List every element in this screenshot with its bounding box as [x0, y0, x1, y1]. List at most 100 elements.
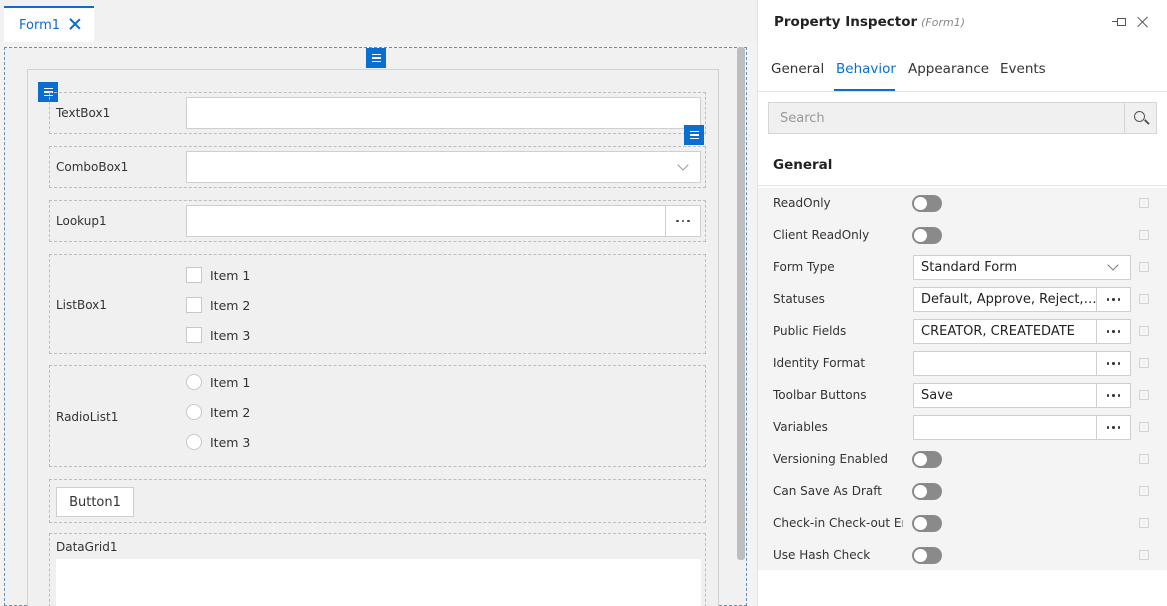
datagrid-row[interactable]: DataGrid1: [49, 533, 706, 606]
form-type-select[interactable]: Standard Form: [913, 255, 1131, 280]
button1[interactable]: Button1: [56, 487, 134, 517]
radio-icon[interactable]: [186, 434, 202, 450]
row-menu-handle-icon[interactable]: [684, 125, 704, 145]
client-readonly-toggle[interactable]: [912, 227, 942, 244]
combobox-input[interactable]: [186, 151, 701, 183]
designer-scrollbar[interactable]: [737, 47, 745, 560]
property-checkbox[interactable]: [1139, 486, 1149, 496]
radio-item[interactable]: Item 3: [186, 434, 250, 450]
property-list: ReadOnly Client ReadOnly Form Type Stand…: [758, 188, 1167, 570]
listbox-item[interactable]: Item 3: [186, 327, 250, 343]
ellipsis-icon[interactable]: [1096, 320, 1130, 343]
ellipsis-icon[interactable]: [1096, 288, 1130, 311]
datagrid-label: DataGrid1: [56, 540, 118, 554]
datagrid-area[interactable]: [56, 559, 701, 606]
inspector-title: Property Inspector (Form1): [774, 14, 965, 30]
readonly-toggle[interactable]: [912, 195, 942, 212]
property-row-public-fields: Public Fields CREATOR, CREATEDATE: [758, 316, 1167, 348]
inspector-title-text: Property Inspector: [774, 14, 918, 30]
tab-behavior[interactable]: Behavior: [836, 61, 896, 77]
radio-item-label: Item 1: [210, 374, 251, 390]
ellipsis-icon[interactable]: [1096, 384, 1130, 407]
textbox-input[interactable]: [186, 97, 701, 129]
combobox-row[interactable]: ComboBox1: [49, 146, 706, 188]
design-canvas[interactable]: TextBox1 ComboBox1 Lookup1 ListBox1 Item…: [4, 47, 747, 606]
property-checkbox[interactable]: [1139, 262, 1149, 272]
form-container[interactable]: TextBox1 ComboBox1 Lookup1 ListBox1 Item…: [27, 69, 719, 606]
property-label: Can Save As Draft: [773, 484, 882, 498]
variables-field[interactable]: [913, 415, 1131, 440]
button-row[interactable]: Button1: [49, 479, 706, 523]
public-fields-field[interactable]: CREATOR, CREATEDATE: [913, 319, 1131, 344]
ellipsis-icon[interactable]: [1096, 352, 1130, 375]
close-icon[interactable]: [68, 17, 82, 31]
property-checkbox[interactable]: [1139, 358, 1149, 368]
statuses-value: Default, Approve, Reject, ...: [921, 292, 1097, 307]
property-checkbox[interactable]: [1139, 326, 1149, 336]
property-label: Use Hash Check: [773, 548, 871, 562]
canvas-menu-handle-icon[interactable]: [366, 48, 386, 68]
listbox-item[interactable]: Item 1: [186, 267, 250, 283]
check-in-check-out-toggle[interactable]: [912, 515, 942, 532]
tab-general[interactable]: General: [771, 61, 824, 77]
radio-item[interactable]: Item 2: [186, 404, 250, 420]
textbox-label: TextBox1: [56, 106, 111, 120]
tab-form1[interactable]: Form1: [4, 6, 94, 42]
property-row-use-hash-check: Use Hash Check: [758, 540, 1167, 572]
property-checkbox[interactable]: [1139, 550, 1149, 560]
radio-item[interactable]: Item 1: [186, 374, 250, 390]
use-hash-check-toggle[interactable]: [912, 547, 942, 564]
checkbox-icon[interactable]: [186, 267, 202, 283]
listbox-row[interactable]: ListBox1 Item 1 Item 2 Item 3: [49, 254, 706, 354]
property-checkbox[interactable]: [1139, 230, 1149, 240]
property-checkbox[interactable]: [1139, 454, 1149, 464]
listbox-item[interactable]: Item 2: [186, 297, 250, 313]
property-row-variables: Variables: [758, 412, 1167, 444]
radio-item-label: Item 2: [210, 404, 251, 420]
property-label: Client ReadOnly: [773, 228, 870, 242]
public-fields-value: CREATOR, CREATEDATE: [921, 324, 1075, 339]
radio-icon[interactable]: [186, 374, 202, 390]
radiolist-row[interactable]: RadioList1 Item 1 Item 2 Item 3: [49, 365, 706, 467]
statuses-field[interactable]: Default, Approve, Reject, ...: [913, 287, 1131, 312]
versioning-enabled-toggle[interactable]: [912, 451, 942, 468]
toolbar-buttons-field[interactable]: Save: [913, 383, 1131, 408]
ellipsis-icon[interactable]: [665, 206, 700, 236]
checkbox-icon[interactable]: [186, 327, 202, 343]
radio-item-label: Item 3: [210, 434, 251, 450]
property-checkbox[interactable]: [1139, 294, 1149, 304]
close-icon[interactable]: [1137, 16, 1149, 28]
textbox-row[interactable]: TextBox1: [49, 92, 706, 134]
form-type-value: Standard Form: [921, 260, 1018, 275]
property-checkbox[interactable]: [1139, 198, 1149, 208]
identity-format-field[interactable]: [913, 351, 1131, 376]
radio-icon[interactable]: [186, 404, 202, 420]
toolbar-buttons-value: Save: [921, 388, 953, 403]
property-label: Versioning Enabled: [773, 452, 888, 466]
property-checkbox[interactable]: [1139, 390, 1149, 400]
property-label: ReadOnly: [773, 196, 831, 210]
listbox-label: ListBox1: [56, 298, 107, 312]
property-row-readonly: ReadOnly: [758, 188, 1167, 220]
ellipsis-icon[interactable]: [1096, 416, 1130, 439]
checkbox-icon[interactable]: [186, 297, 202, 313]
property-row-check-in-check-out: Check-in Check-out En...: [758, 508, 1167, 540]
inspector-tabs: General Behavior Appearance Events: [758, 54, 1167, 92]
document-tabstrip: Form1: [0, 0, 757, 42]
can-save-as-draft-toggle[interactable]: [912, 483, 942, 500]
property-label: Check-in Check-out En...: [773, 516, 903, 530]
lookup-input[interactable]: [186, 205, 701, 237]
search-button[interactable]: [1124, 103, 1156, 133]
pin-icon[interactable]: [1112, 15, 1128, 29]
property-row-can-save-as-draft: Can Save As Draft: [758, 476, 1167, 508]
section-header[interactable]: General: [758, 148, 1167, 186]
property-row-toolbar-buttons: Toolbar Buttons Save: [758, 380, 1167, 412]
search-input[interactable]: Search: [768, 102, 1157, 134]
lookup-row[interactable]: Lookup1: [49, 200, 706, 242]
property-label: Statuses: [773, 292, 825, 306]
tab-appearance[interactable]: Appearance: [908, 61, 989, 77]
tab-events[interactable]: Events: [1000, 61, 1046, 77]
property-checkbox[interactable]: [1139, 518, 1149, 528]
property-inspector: Property Inspector (Form1) General Behavi…: [757, 0, 1167, 606]
property-checkbox[interactable]: [1139, 422, 1149, 432]
